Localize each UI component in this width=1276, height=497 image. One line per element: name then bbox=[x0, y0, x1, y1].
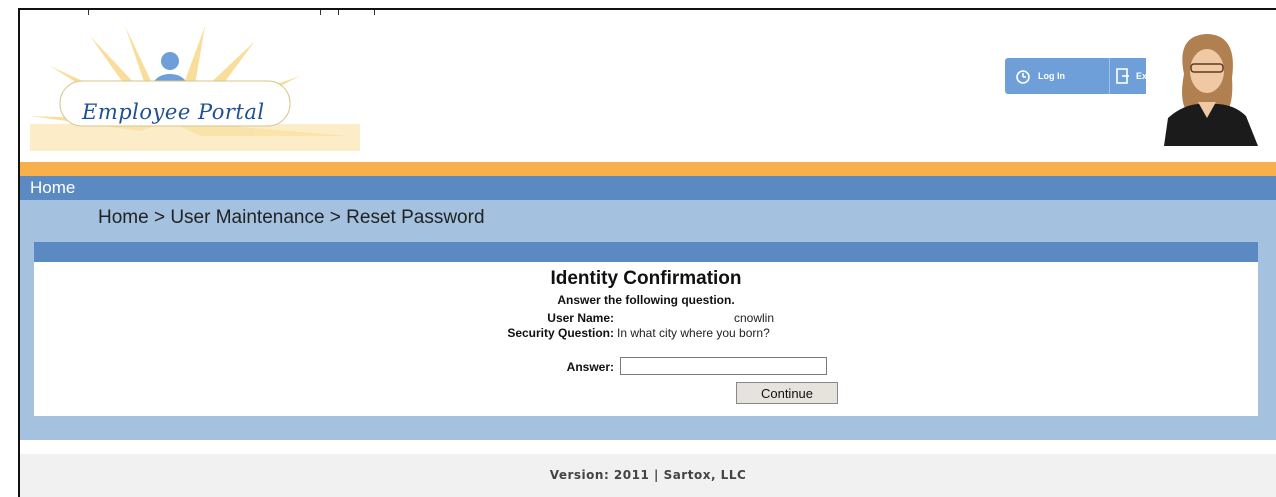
footer: Version: 2011 | Sartox, LLC bbox=[20, 454, 1276, 497]
exit-door-icon bbox=[1116, 68, 1129, 84]
employee-portal-logo[interactable]: Employee Portal bbox=[30, 26, 360, 151]
spacer-band bbox=[20, 440, 1276, 454]
log-in-button[interactable]: Log In bbox=[1015, 58, 1105, 94]
content-area: Identity Confirmation Answer the followi… bbox=[20, 242, 1276, 440]
sunburst-logo-icon bbox=[30, 26, 360, 151]
nav-bar: Home bbox=[20, 176, 1276, 200]
answer-input[interactable] bbox=[620, 357, 827, 375]
security-question-label: Security Question: bbox=[507, 326, 614, 340]
breadcrumb: Home > User Maintenance > Reset Password bbox=[98, 207, 485, 228]
security-question-value: In what city where you born? bbox=[617, 326, 770, 340]
page-title: Identity Confirmation bbox=[550, 268, 742, 289]
username-value: cnowlin bbox=[734, 311, 775, 325]
identity-confirmation-panel: Identity Confirmation Answer the followi… bbox=[34, 262, 1258, 416]
woman-avatar-icon bbox=[1146, 26, 1261, 146]
header: Employee Portal Log In Exit bbox=[20, 16, 1276, 162]
nav-home-link[interactable]: Home bbox=[30, 178, 75, 198]
user-photo bbox=[1146, 26, 1261, 146]
logo-text: Employee Portal bbox=[82, 100, 265, 124]
orange-accent-bar bbox=[20, 162, 1276, 176]
footer-version-text: Version: 2011 | Sartox, LLC bbox=[549, 468, 747, 482]
log-in-label: Log In bbox=[1038, 71, 1065, 81]
answer-label: Answer: bbox=[566, 360, 614, 374]
clock-power-icon bbox=[1016, 70, 1030, 84]
username-label: User Name: bbox=[547, 311, 614, 325]
breadcrumb-band: Home > User Maintenance > Reset Password bbox=[20, 200, 1276, 242]
page-frame: Employee Portal Log In Exit Home Home > … bbox=[18, 8, 1276, 497]
continue-button[interactable]: Continue bbox=[736, 382, 838, 404]
panel-header-strip bbox=[34, 242, 1258, 262]
instruction-text: Answer the following question. bbox=[557, 293, 735, 307]
